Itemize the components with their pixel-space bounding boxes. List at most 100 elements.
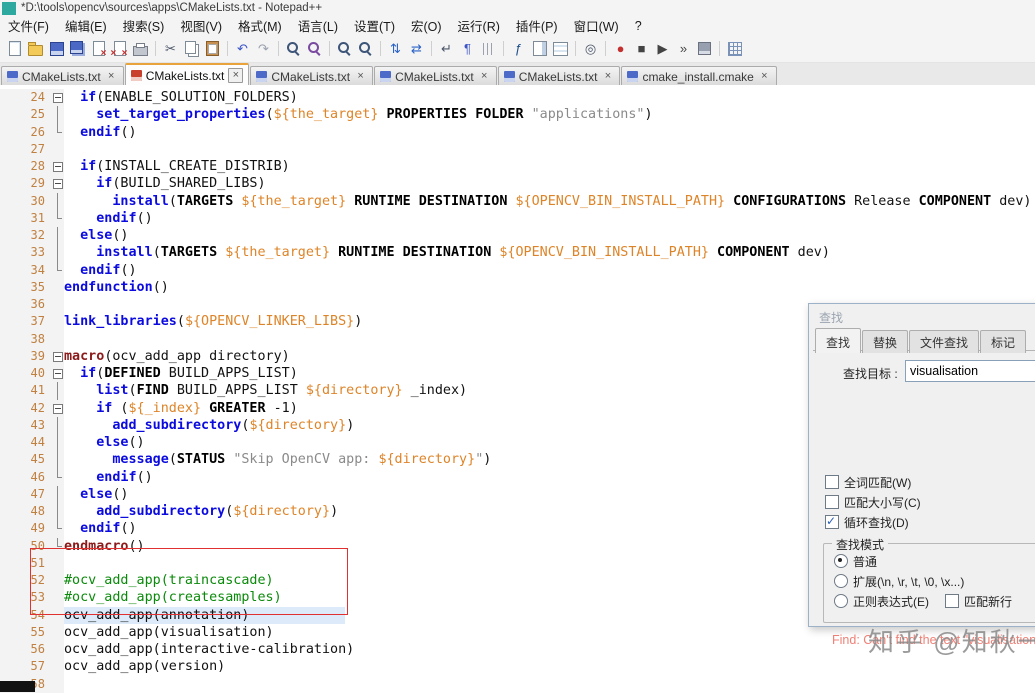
- code-text[interactable]: endfunction(): [64, 279, 1035, 296]
- line-number[interactable]: 33: [0, 244, 51, 262]
- line-number[interactable]: 40: [0, 365, 51, 383]
- zoom-in-icon[interactable]: [335, 40, 354, 58]
- fold-marker[interactable]: [51, 485, 64, 504]
- line-number[interactable]: 57: [0, 658, 51, 676]
- line-number[interactable]: 39: [0, 347, 51, 365]
- document-map-icon[interactable]: [530, 40, 549, 58]
- cut-icon[interactable]: ✂: [161, 40, 180, 58]
- checkbox-icon[interactable]: [825, 514, 839, 529]
- code-text[interactable]: set_target_properties(${the_target} PROP…: [64, 106, 1035, 123]
- save-all-icon[interactable]: [68, 40, 87, 58]
- line-number[interactable]: 28: [0, 158, 51, 176]
- line-number[interactable]: 30: [0, 192, 51, 210]
- tab-close-icon[interactable]: ×: [478, 70, 491, 83]
- sync-horizontal-icon[interactable]: ⇄: [407, 40, 426, 58]
- code-text[interactable]: else(): [64, 227, 1035, 244]
- menu-item[interactable]: ?: [627, 17, 650, 35]
- fold-marker[interactable]: [51, 106, 64, 124]
- fold-marker[interactable]: [51, 347, 64, 365]
- line-number[interactable]: 34: [0, 261, 51, 279]
- tab-close-icon[interactable]: ×: [228, 68, 244, 83]
- line-number[interactable]: 43: [0, 416, 51, 434]
- radio-icon[interactable]: [834, 554, 848, 568]
- menu-item[interactable]: 设置(T): [346, 14, 403, 37]
- menu-item[interactable]: 编辑(E): [57, 14, 115, 37]
- new-file-icon[interactable]: [5, 40, 24, 58]
- radio-icon[interactable]: [834, 594, 848, 608]
- find-target-input[interactable]: [905, 360, 1035, 382]
- close-all-icon[interactable]: [110, 40, 129, 59]
- checkbox-icon[interactable]: [825, 475, 839, 489]
- code-text[interactable]: if(BUILD_SHARED_LIBS): [64, 175, 1035, 192]
- file-monitoring-icon[interactable]: ◎: [581, 40, 600, 58]
- macro-record-icon[interactable]: ●: [611, 40, 630, 58]
- fold-marker[interactable]: [51, 89, 64, 107]
- code-text[interactable]: [64, 676, 1035, 693]
- tab-close-icon[interactable]: ×: [758, 70, 771, 83]
- menu-item[interactable]: 宏(O): [403, 14, 450, 37]
- search-mode-option[interactable]: 正则表达式(E) 匹配新行: [834, 594, 1012, 609]
- tab-cmake-install-cmake[interactable]: cmake_install.cmake ×: [621, 66, 777, 86]
- macro-run-multiple-icon[interactable]: »: [674, 40, 693, 58]
- macro-stop-icon[interactable]: ■: [632, 40, 651, 58]
- show-all-characters-icon[interactable]: ¶: [458, 40, 477, 58]
- indent-guide-icon[interactable]: [479, 40, 498, 58]
- tab-cmakelists-txt[interactable]: CMakeLists.txt ×: [374, 66, 497, 86]
- fold-marker[interactable]: [51, 209, 64, 227]
- checkbox-icon[interactable]: [945, 594, 959, 608]
- code-text[interactable]: install(TARGETS ${the_target} RUNTIME DE…: [64, 244, 1035, 261]
- code-text[interactable]: [64, 141, 1035, 158]
- line-number[interactable]: 47: [0, 485, 51, 503]
- line-number[interactable]: 49: [0, 520, 51, 538]
- fold-marker[interactable]: [51, 158, 64, 176]
- code-text[interactable]: ocv_add_app(version): [64, 658, 1035, 675]
- line-number[interactable]: 56: [0, 641, 51, 659]
- sync-vertical-icon[interactable]: ⇅: [386, 40, 405, 58]
- function-list-icon[interactable]: ƒ: [509, 40, 528, 58]
- tab-cmakelists-txt[interactable]: CMakeLists.txt ×: [497, 66, 621, 86]
- tab-close-icon[interactable]: ×: [354, 70, 367, 83]
- line-number[interactable]: 41: [0, 382, 51, 400]
- fold-marker[interactable]: [51, 365, 64, 383]
- find-dialog-tab[interactable]: 查找: [815, 328, 862, 353]
- save-icon[interactable]: [47, 40, 66, 58]
- line-number[interactable]: 46: [0, 468, 51, 486]
- menu-item[interactable]: 视图(V): [172, 14, 230, 37]
- fold-marker[interactable]: [51, 261, 64, 279]
- menu-item[interactable]: 搜索(S): [115, 14, 173, 37]
- find-dialog-tab[interactable]: 标记: [980, 330, 1027, 353]
- line-number[interactable]: 31: [0, 209, 51, 227]
- line-number[interactable]: 24: [0, 89, 51, 107]
- print-icon[interactable]: [131, 40, 150, 58]
- macro-play-icon[interactable]: ▶: [653, 40, 672, 58]
- search-mode-option[interactable]: 扩展(\n, \r, \t, \0, \x...): [834, 574, 1012, 589]
- line-number[interactable]: 38: [0, 330, 51, 348]
- menu-item[interactable]: 文件(F): [0, 14, 57, 37]
- fold-marker[interactable]: [51, 503, 64, 521]
- menu-item[interactable]: 插件(P): [508, 14, 566, 37]
- close-icon[interactable]: [89, 40, 108, 59]
- code-text[interactable]: install(TARGETS ${the_target} RUNTIME DE…: [64, 193, 1035, 210]
- tab-cmakelists-txt[interactable]: CMakeLists.txt ×: [250, 66, 374, 86]
- find-dialog-tab[interactable]: 替换: [862, 330, 909, 353]
- code-text[interactable]: endif(): [64, 210, 1035, 227]
- line-number[interactable]: 44: [0, 434, 51, 452]
- fold-marker[interactable]: [51, 192, 64, 211]
- line-number[interactable]: 42: [0, 399, 51, 417]
- document-switcher-icon[interactable]: [551, 40, 570, 58]
- line-number[interactable]: 27: [0, 140, 51, 158]
- checkbox-icon[interactable]: [825, 495, 839, 509]
- tab-close-icon[interactable]: ×: [601, 70, 614, 83]
- fold-marker[interactable]: [51, 416, 64, 435]
- paste-icon[interactable]: [203, 40, 222, 58]
- macro-save-icon[interactable]: [695, 40, 714, 58]
- line-number[interactable]: 29: [0, 175, 51, 193]
- fold-marker[interactable]: [51, 451, 64, 469]
- code-text[interactable]: if(INSTALL_CREATE_DISTRIB): [64, 158, 1035, 175]
- tab-cmakelists-txt[interactable]: CMakeLists.txt ×: [1, 66, 124, 86]
- code-text[interactable]: endif(): [64, 124, 1035, 141]
- menu-item[interactable]: 运行(R): [450, 14, 508, 37]
- fold-marker[interactable]: [51, 382, 64, 400]
- find-option[interactable]: 全词匹配(W): [825, 475, 921, 490]
- fold-marker[interactable]: [51, 175, 64, 193]
